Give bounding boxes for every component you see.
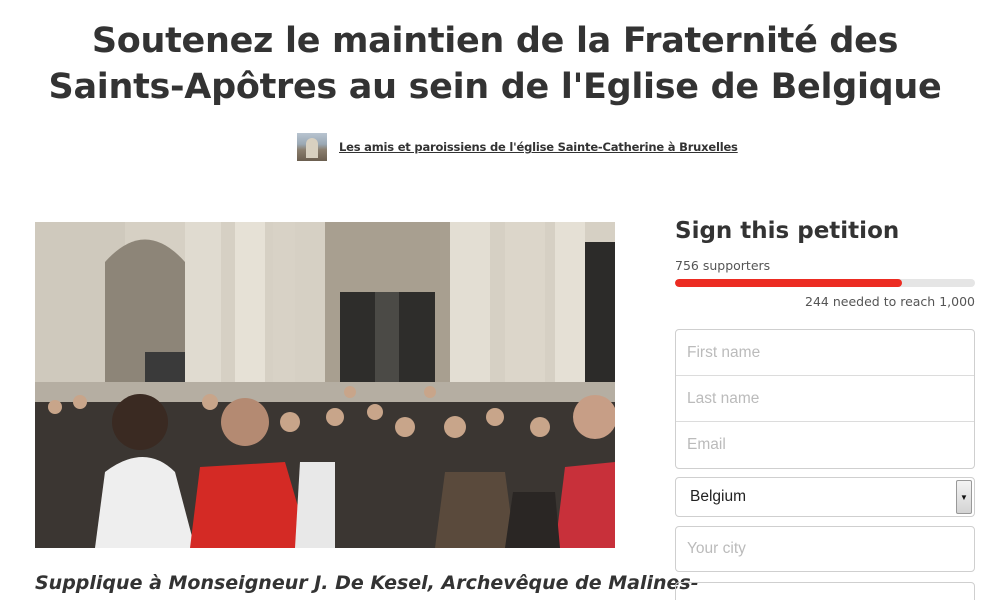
progress-fill	[675, 279, 902, 287]
next-input[interactable]	[675, 582, 975, 600]
petition-title: Soutenez le maintien de la Fraternité de…	[48, 21, 942, 107]
needed-count: 244 needed to reach 1,000	[805, 294, 975, 309]
city-input[interactable]	[675, 526, 975, 572]
church-crowd-image	[35, 222, 615, 548]
author-link[interactable]: Les amis et paroissiens de l'église Sain…	[339, 140, 738, 154]
progress-bar	[675, 279, 975, 287]
petition-photo	[35, 222, 615, 548]
country-value: Belgium	[690, 488, 746, 505]
author-avatar[interactable]	[297, 133, 327, 161]
sign-panel: Sign this petition 756 supporters 244 ne…	[675, 218, 975, 309]
first-name-input[interactable]	[676, 330, 974, 376]
last-name-input[interactable]	[676, 376, 974, 422]
triangle-down-icon[interactable]: ▼	[956, 480, 972, 514]
author-byline: Les amis et paroissiens de l'église Sain…	[297, 132, 738, 162]
sign-title: Sign this petition	[675, 218, 900, 244]
country-select[interactable]: Belgium ▼	[675, 477, 975, 517]
petition-subtitle: Supplique à Monseigneur J. De Kesel, Arc…	[35, 572, 699, 594]
name-email-group	[675, 329, 975, 469]
supporters-count: 756 supporters	[675, 258, 771, 273]
email-input[interactable]	[676, 422, 974, 468]
